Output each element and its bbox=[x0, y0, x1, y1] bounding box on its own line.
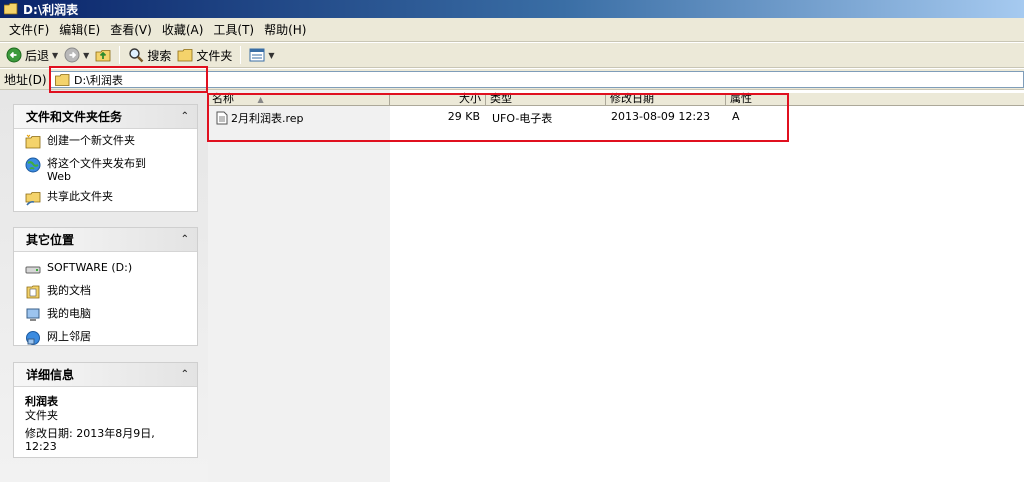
place-drive[interactable]: SOFTWARE (D:) bbox=[25, 261, 189, 277]
task-share-folder[interactable]: 共享此文件夹 bbox=[25, 190, 189, 206]
back-dropdown-icon[interactable]: ▼ bbox=[52, 51, 58, 60]
task-new-folder-label: 创建一个新文件夹 bbox=[47, 134, 135, 147]
up-folder-icon bbox=[95, 50, 111, 62]
details-panel: 详细信息 ⌃ 利润表 文件夹 修改日期: 2013年8月9日, 12:23 bbox=[13, 362, 198, 458]
file-date: 2013-08-09 12:23 bbox=[611, 110, 711, 123]
col-type-label: 类型 bbox=[490, 92, 512, 105]
views-dropdown-icon[interactable]: ▼ bbox=[268, 51, 274, 60]
address-bar: 地址(D) D:\利润表 bbox=[0, 69, 1024, 90]
col-name[interactable]: 名称 ▲ bbox=[208, 93, 390, 106]
back-label: 后退 bbox=[25, 48, 50, 63]
folders-button[interactable]: 文件夹 bbox=[174, 44, 235, 66]
file-name: 2月利润表.rep bbox=[231, 112, 304, 125]
file-icon bbox=[216, 111, 228, 125]
network-icon bbox=[26, 331, 40, 345]
place-my-computer-label: 我的电脑 bbox=[47, 307, 91, 320]
sorted-column-highlight bbox=[208, 90, 390, 482]
tasks-panel-title: 文件和文件夹任务 bbox=[26, 110, 123, 124]
place-my-computer[interactable]: 我的电脑 bbox=[25, 307, 189, 323]
collapse-icon[interactable]: ⌃ bbox=[181, 111, 189, 122]
window-title: D:\利润表 bbox=[23, 2, 79, 17]
places-panel-title: 其它位置 bbox=[26, 233, 75, 247]
folder-icon bbox=[55, 73, 70, 86]
places-panel-header[interactable]: 其它位置 ⌃ bbox=[14, 228, 197, 252]
places-panel: 其它位置 ⌃ SOFTWARE (D:) 我的文档 我的电脑 网上邻居 bbox=[13, 227, 198, 346]
search-button[interactable]: 搜索 bbox=[125, 44, 174, 66]
file-name-cell[interactable]: 2月利润表.rep bbox=[216, 110, 304, 126]
table-row[interactable]: 2月利润表.rep 29 KB UFO-电子表 2013-08-09 12:23… bbox=[208, 108, 1024, 126]
file-type: UFO-电子表 bbox=[492, 112, 553, 125]
search-icon bbox=[129, 48, 144, 63]
my-documents-icon bbox=[26, 285, 40, 299]
my-computer-icon bbox=[26, 308, 40, 321]
task-share-folder-label: 共享此文件夹 bbox=[47, 190, 113, 203]
place-my-documents[interactable]: 我的文档 bbox=[25, 284, 189, 300]
col-size-label: 大小 bbox=[459, 92, 481, 105]
detail-modified: 修改日期: 2013年8月9日, 12:23 bbox=[25, 427, 155, 453]
place-network[interactable]: 网上邻居 bbox=[25, 330, 189, 346]
folder-icon bbox=[177, 49, 193, 62]
up-button[interactable] bbox=[92, 44, 114, 66]
col-type[interactable]: 类型 bbox=[486, 93, 606, 106]
address-input[interactable]: D:\利润表 bbox=[50, 71, 1024, 88]
column-headers: 名称 ▲ 大小 类型 修改日期 属性 bbox=[208, 93, 1024, 106]
details-panel-title: 详细信息 bbox=[26, 368, 75, 382]
folders-label: 文件夹 bbox=[196, 48, 233, 63]
menu-edit[interactable]: 编辑(E) bbox=[54, 21, 105, 38]
collapse-icon[interactable]: ⌃ bbox=[181, 234, 189, 245]
task-pane: 文件和文件夹任务 ⌃ 创建一个新文件夹 将这个文件夹发布到 Web 共享此文件夹… bbox=[0, 90, 208, 482]
forward-arrow-icon bbox=[64, 47, 80, 63]
tasks-panel: 文件和文件夹任务 ⌃ 创建一个新文件夹 将这个文件夹发布到 Web 共享此文件夹 bbox=[13, 104, 198, 212]
views-button[interactable]: ▼ bbox=[246, 44, 277, 66]
tasks-panel-header[interactable]: 文件和文件夹任务 ⌃ bbox=[14, 105, 197, 129]
folder-icon bbox=[4, 3, 18, 15]
toolbar-separator bbox=[240, 46, 242, 64]
menu-favorites[interactable]: 收藏(A) bbox=[157, 21, 209, 38]
globe-icon bbox=[25, 157, 41, 173]
toolbar: 后退 ▼ ▼ 搜索 文件夹 ▼ bbox=[0, 43, 1024, 68]
drive-icon bbox=[25, 266, 41, 274]
detail-type: 文件夹 bbox=[25, 409, 58, 422]
new-folder-icon bbox=[25, 134, 41, 149]
col-attr[interactable]: 属性 bbox=[726, 93, 1024, 106]
place-my-documents-label: 我的文档 bbox=[47, 284, 91, 297]
menu-view[interactable]: 查看(V) bbox=[105, 21, 157, 38]
col-size[interactable]: 大小 bbox=[390, 93, 486, 106]
file-list: 名称 ▲ 大小 类型 修改日期 属性 2月利润表.rep 29 KB UFO-电… bbox=[208, 90, 1024, 482]
menu-file[interactable]: 文件(F) bbox=[4, 21, 54, 38]
place-network-label: 网上邻居 bbox=[47, 330, 91, 343]
search-label: 搜索 bbox=[147, 48, 172, 63]
file-size: 29 KB bbox=[447, 110, 480, 123]
forward-button[interactable]: ▼ bbox=[61, 44, 92, 66]
menu-bar: 文件(F) 编辑(E) 查看(V) 收藏(A) 工具(T) 帮助(H) bbox=[0, 18, 1024, 42]
back-arrow-icon bbox=[6, 47, 22, 63]
place-drive-label: SOFTWARE (D:) bbox=[47, 261, 133, 274]
col-attr-label: 属性 bbox=[730, 92, 752, 105]
task-new-folder[interactable]: 创建一个新文件夹 bbox=[25, 134, 189, 150]
address-value: D:\利润表 bbox=[74, 73, 123, 87]
back-button[interactable]: 后退 ▼ bbox=[3, 44, 61, 66]
task-publish-web-label: 将这个文件夹发布到 Web bbox=[47, 157, 146, 183]
col-name-label: 名称 bbox=[212, 92, 234, 105]
menu-tools[interactable]: 工具(T) bbox=[208, 21, 259, 38]
col-date[interactable]: 修改日期 bbox=[606, 93, 726, 106]
detail-name: 利润表 bbox=[25, 395, 58, 408]
file-attr: A bbox=[732, 110, 740, 123]
views-icon bbox=[249, 48, 265, 62]
task-publish-web[interactable]: 将这个文件夹发布到 Web bbox=[25, 157, 189, 183]
details-panel-header[interactable]: 详细信息 ⌃ bbox=[14, 363, 197, 387]
sort-up-icon: ▲ bbox=[257, 95, 264, 104]
col-date-label: 修改日期 bbox=[610, 92, 654, 105]
forward-dropdown-icon[interactable]: ▼ bbox=[83, 51, 89, 60]
share-folder-icon bbox=[25, 192, 41, 206]
title-bar: D:\利润表 bbox=[0, 0, 1024, 18]
toolbar-separator bbox=[119, 46, 121, 64]
collapse-icon[interactable]: ⌃ bbox=[181, 369, 189, 380]
menu-help[interactable]: 帮助(H) bbox=[259, 21, 311, 38]
address-label: 地址(D) bbox=[4, 72, 47, 87]
